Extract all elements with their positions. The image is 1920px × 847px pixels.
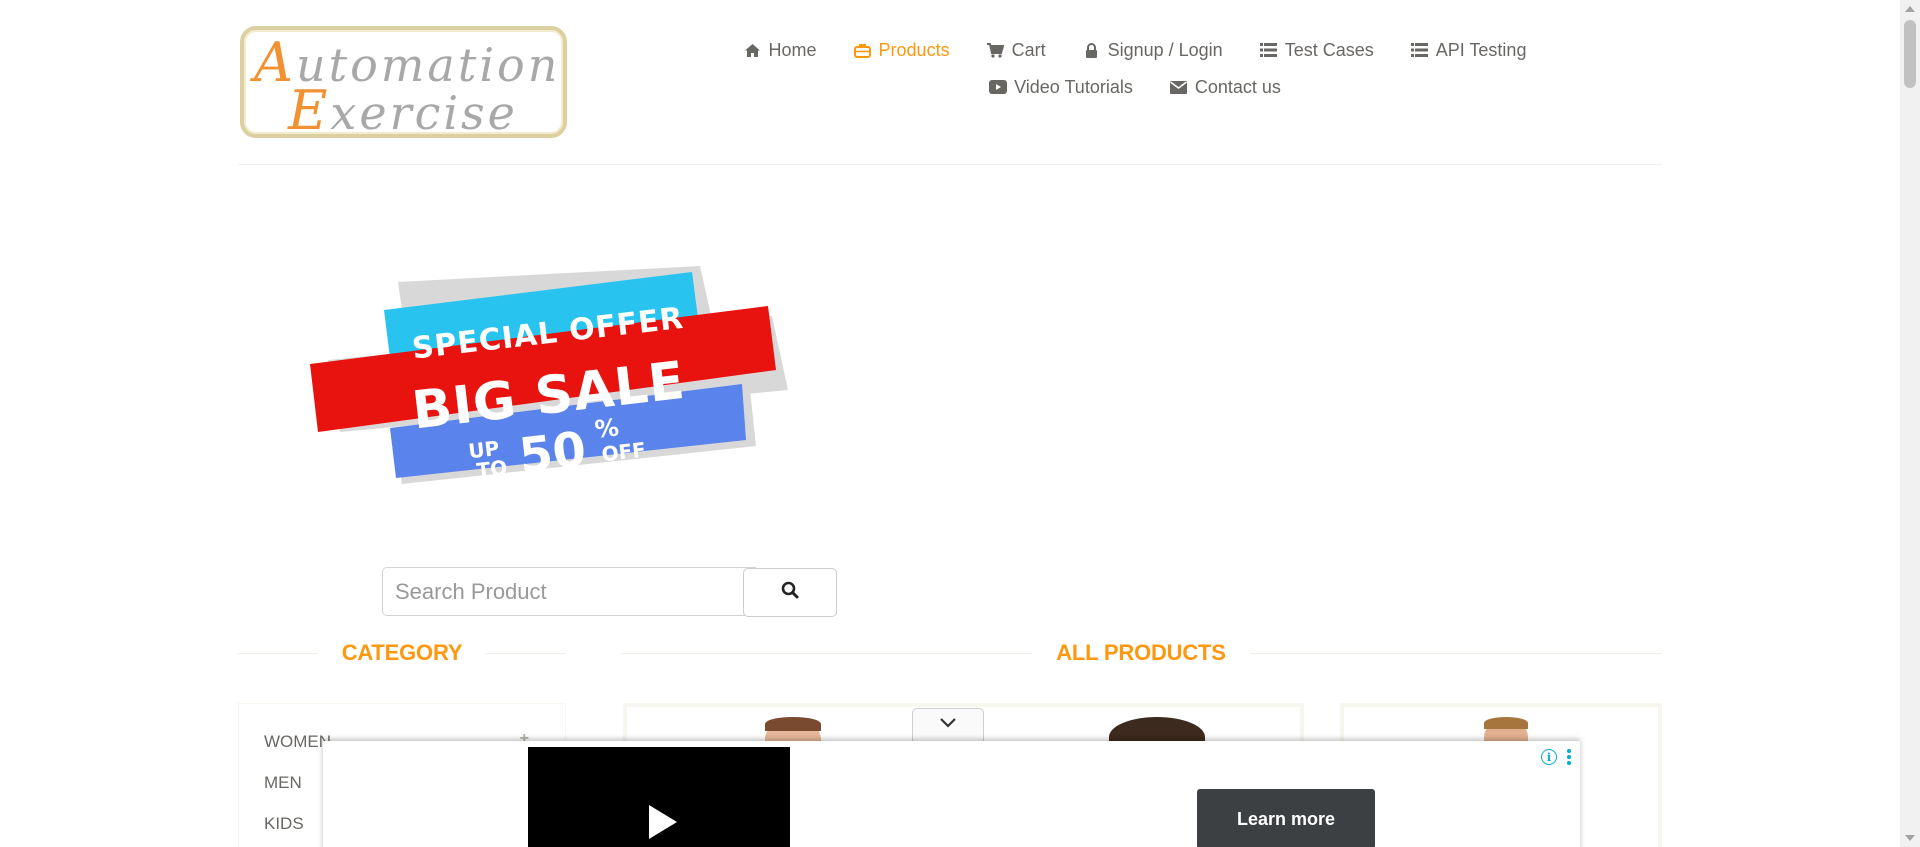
nav-label-home: Home	[768, 39, 817, 60]
site-logo[interactable]: Automation Exercise	[240, 26, 567, 138]
nav-item-signup-login[interactable]: Signup / Login	[1083, 40, 1223, 61]
category-title: CATEGORY	[341, 640, 463, 665]
all-products-title: ALL PRODUCTS	[1056, 640, 1226, 665]
ad-more-options-icon[interactable]	[1565, 749, 1573, 765]
header: Automation Exercise Home Products Cart S…	[0, 0, 1900, 167]
nav-item-home[interactable]: Home	[744, 40, 817, 61]
nav-label-products: Products	[878, 39, 950, 60]
product-image-hair	[765, 717, 821, 731]
scroll-up-arrow-icon[interactable]	[1905, 6, 1915, 12]
nav-item-test-cases[interactable]: Test Cases	[1260, 40, 1374, 61]
home-icon	[744, 41, 762, 59]
nav-label-signup-login: Signup / Login	[1107, 39, 1223, 60]
nav-item-cart[interactable]: Cart	[987, 40, 1046, 61]
title-line-right	[1249, 652, 1662, 654]
learn-more-button[interactable]: Learn more	[1197, 789, 1375, 847]
sale-banner: SPECIAL OFFER BIG SALE UP TO 50 % OFF	[300, 262, 800, 492]
envelope-icon	[1170, 78, 1188, 96]
nav-label-cart: Cart	[1011, 39, 1046, 60]
nav-label-contact-us: Contact us	[1194, 76, 1281, 97]
nav-item-contact-us[interactable]: Contact us	[1170, 77, 1281, 98]
main-nav: Home Products Cart Signup / Login Test C…	[740, 36, 1530, 101]
banner-percent-number: 50	[516, 421, 589, 484]
nav-item-products[interactable]: Products	[854, 40, 950, 61]
ad-info-icon[interactable]: i	[1541, 749, 1557, 765]
title-line-right	[486, 652, 566, 654]
ad-video[interactable]	[528, 747, 790, 847]
nav-row-1: Home Products Cart Signup / Login Test C…	[740, 36, 1530, 64]
scroll-thumb[interactable]	[1904, 20, 1916, 88]
product-image-hair	[1484, 717, 1528, 729]
nav-row-2: Video Tutorials Contact us	[740, 73, 1530, 101]
nav-label-video-tutorials: Video Tutorials	[1014, 76, 1133, 97]
logo-line-2: Exercise	[288, 79, 518, 142]
nav-label-api-testing: API Testing	[1435, 39, 1527, 60]
banner-percent-sign: %	[593, 413, 620, 444]
search-button[interactable]	[743, 568, 837, 617]
scroll-down-arrow-icon[interactable]	[1905, 835, 1915, 841]
products-heading: ALL PRODUCTS	[620, 638, 1662, 668]
banner-to: TO	[475, 455, 508, 482]
list-icon	[1260, 41, 1278, 59]
header-divider	[238, 164, 1662, 165]
title-line-left	[238, 652, 318, 654]
title-line-left	[620, 652, 1033, 654]
nav-item-video-tutorials[interactable]: Video Tutorials	[989, 77, 1133, 98]
list-icon	[1411, 41, 1429, 59]
ad-collapse-toggle[interactable]	[912, 708, 984, 741]
sale-banner-graphic: SPECIAL OFFER BIG SALE UP TO 50 % OFF	[310, 266, 788, 485]
nav-label-test-cases: Test Cases	[1284, 39, 1374, 60]
youtube-play-icon	[989, 78, 1008, 96]
cart-icon	[987, 41, 1005, 59]
category-kids[interactable]: Kids	[264, 814, 304, 834]
banner-off: OFF	[600, 437, 647, 466]
category-men[interactable]: Men	[264, 773, 302, 793]
page-scrollbar[interactable]	[1900, 0, 1920, 847]
lock-icon	[1083, 41, 1101, 59]
play-icon	[649, 805, 677, 839]
search-icon	[781, 581, 799, 604]
search-input[interactable]	[382, 567, 756, 616]
briefcase-icon	[854, 41, 872, 59]
ad-banner	[323, 741, 1580, 847]
category-women[interactable]: Women	[264, 732, 331, 752]
nav-item-api-testing[interactable]: API Testing	[1411, 39, 1527, 61]
chevron-down-icon	[939, 716, 957, 734]
category-heading: CATEGORY	[238, 638, 566, 668]
